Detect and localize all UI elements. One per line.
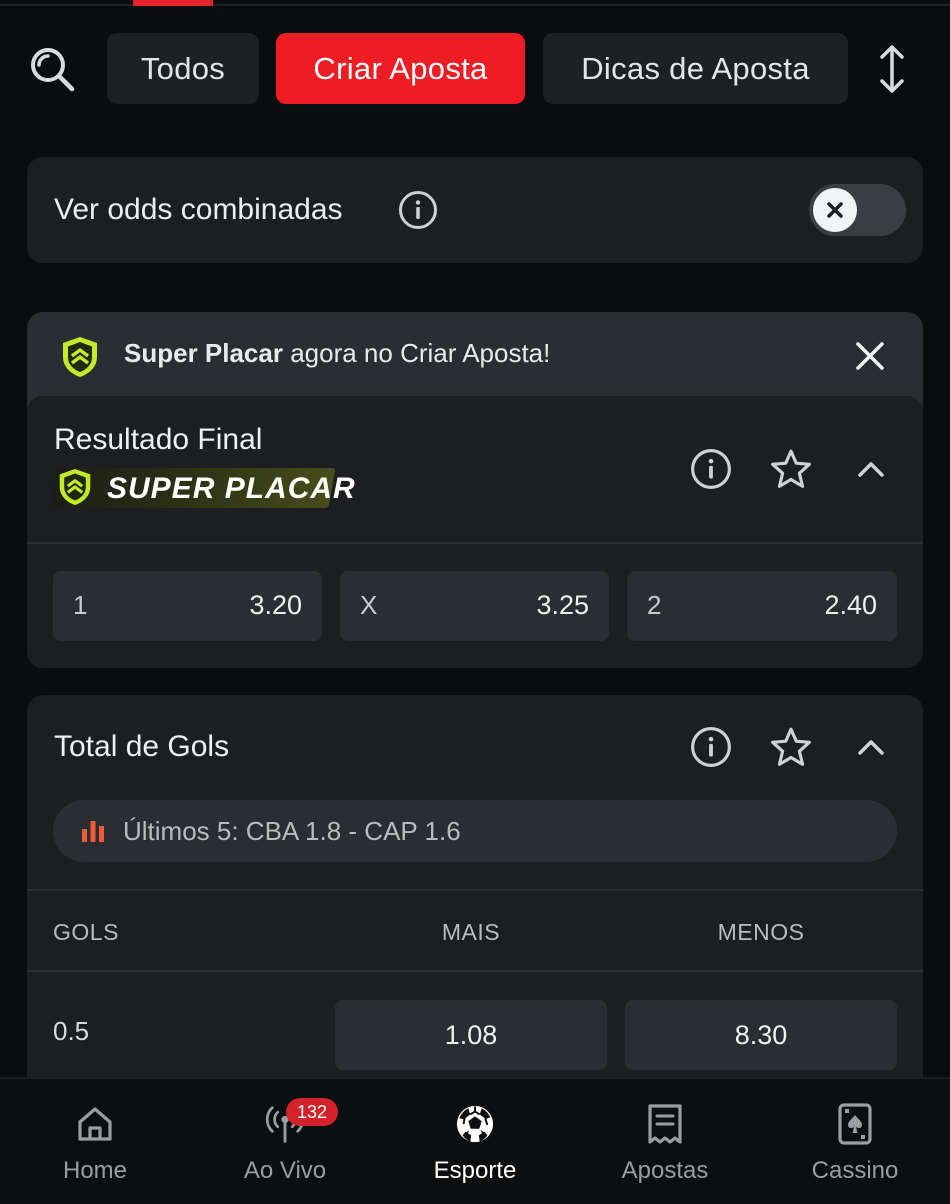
combined-odds-card: Ver odds combinadas <box>27 157 923 263</box>
collapse-button[interactable] <box>849 725 893 769</box>
odd-value: 3.25 <box>536 590 589 620</box>
odd-label: X <box>360 590 378 620</box>
playing-card-icon <box>835 1103 875 1145</box>
market-info-button[interactable] <box>689 447 733 491</box>
market-title: Resultado Final <box>54 423 263 456</box>
market-filter-bar: Todos Criar Aposta Dicas de Aposta <box>0 33 950 104</box>
market-final-result: Resultado Final SUPER PLACAR 1 3.20 X 3.… <box>27 396 923 668</box>
nav-live[interactable]: Ao Vivo <box>190 1079 380 1204</box>
reorder-button[interactable] <box>868 43 916 95</box>
close-icon[interactable] <box>852 338 888 374</box>
bar-chart-icon <box>82 821 104 842</box>
vertical-arrows-icon <box>880 45 904 93</box>
market-title: Total de Gols <box>54 730 230 763</box>
active-indicator <box>133 0 213 6</box>
bottom-navigation: Home Ao Vivo 132 Esporte Apostas Cassino <box>0 1077 950 1204</box>
tab-all[interactable]: Todos <box>107 33 259 104</box>
nav-home[interactable]: Home <box>0 1079 190 1204</box>
section-divider <box>27 970 923 972</box>
nav-label: Home <box>62 1157 128 1184</box>
super-placar-badge: SUPER PLACAR <box>107 472 356 505</box>
section-divider <box>27 542 923 544</box>
info-icon[interactable] <box>398 190 438 230</box>
combined-odds-toggle[interactable] <box>809 184 906 236</box>
market-total-goals: Total de Gols Últimos 5: CBA 1.8 - CAP 1… <box>27 695 923 1085</box>
collapse-button[interactable] <box>849 447 893 491</box>
live-count-badge: 132 <box>286 1098 338 1126</box>
odd-label: 2 <box>647 590 662 620</box>
close-icon <box>827 202 843 218</box>
nav-label: Ao Vivo <box>243 1157 327 1184</box>
column-header-over: MAIS <box>441 919 501 945</box>
goal-line-label: 0.5 <box>53 1016 90 1046</box>
banner-text-rest: agora no Criar Aposta! <box>282 338 551 368</box>
search-icon <box>31 48 75 92</box>
info-icon <box>691 727 731 767</box>
star-icon <box>771 727 811 766</box>
banner-text: Super Placar agora no Criar Aposta! <box>124 338 550 369</box>
nav-label: Esporte <box>433 1157 517 1184</box>
odd-label: 1 <box>73 590 88 620</box>
star-icon <box>771 449 811 488</box>
home-icon <box>75 1103 115 1145</box>
soccer-ball-icon <box>455 1103 495 1145</box>
nav-sports[interactable]: Esporte <box>380 1079 570 1204</box>
banner-text-bold: Super Placar <box>124 338 283 368</box>
shield-icon <box>63 337 97 377</box>
tab-bet-tips[interactable]: Dicas de Aposta <box>543 33 848 104</box>
column-header-goals: GOLS <box>53 919 119 945</box>
odd-over[interactable]: 1.08 <box>335 1000 607 1070</box>
nav-label: Apostas <box>621 1157 709 1184</box>
odd-home[interactable]: 1 3.20 <box>53 571 322 641</box>
tab-create-bet[interactable]: Criar Aposta <box>276 33 525 104</box>
toggle-knob <box>813 188 857 232</box>
odd-value: 3.20 <box>249 590 302 620</box>
odd-draw[interactable]: X 3.25 <box>340 571 609 641</box>
favorite-button[interactable] <box>769 447 813 491</box>
nav-casino[interactable]: Cassino <box>760 1079 950 1204</box>
chevron-up-icon <box>858 462 884 477</box>
bet-slip-icon <box>645 1103 685 1145</box>
shield-icon <box>59 469 91 505</box>
chevron-up-icon <box>858 740 884 755</box>
odd-value: 2.40 <box>824 590 877 620</box>
nav-bets[interactable]: Apostas <box>570 1079 760 1204</box>
odd-away[interactable]: 2 2.40 <box>627 571 897 641</box>
search-button[interactable] <box>26 43 78 95</box>
section-divider <box>27 889 923 891</box>
favorite-button[interactable] <box>769 725 813 769</box>
odd-under[interactable]: 8.30 <box>625 1000 897 1070</box>
nav-label: Cassino <box>811 1157 899 1184</box>
combined-odds-label: Ver odds combinadas <box>54 193 343 226</box>
info-icon <box>691 449 731 489</box>
recent-stats-pill[interactable]: Últimos 5: CBA 1.8 - CAP 1.6 <box>53 800 897 862</box>
column-header-under: MENOS <box>717 919 805 945</box>
market-info-button[interactable] <box>689 725 733 769</box>
recent-stats-text: Últimos 5: CBA 1.8 - CAP 1.6 <box>123 816 461 846</box>
